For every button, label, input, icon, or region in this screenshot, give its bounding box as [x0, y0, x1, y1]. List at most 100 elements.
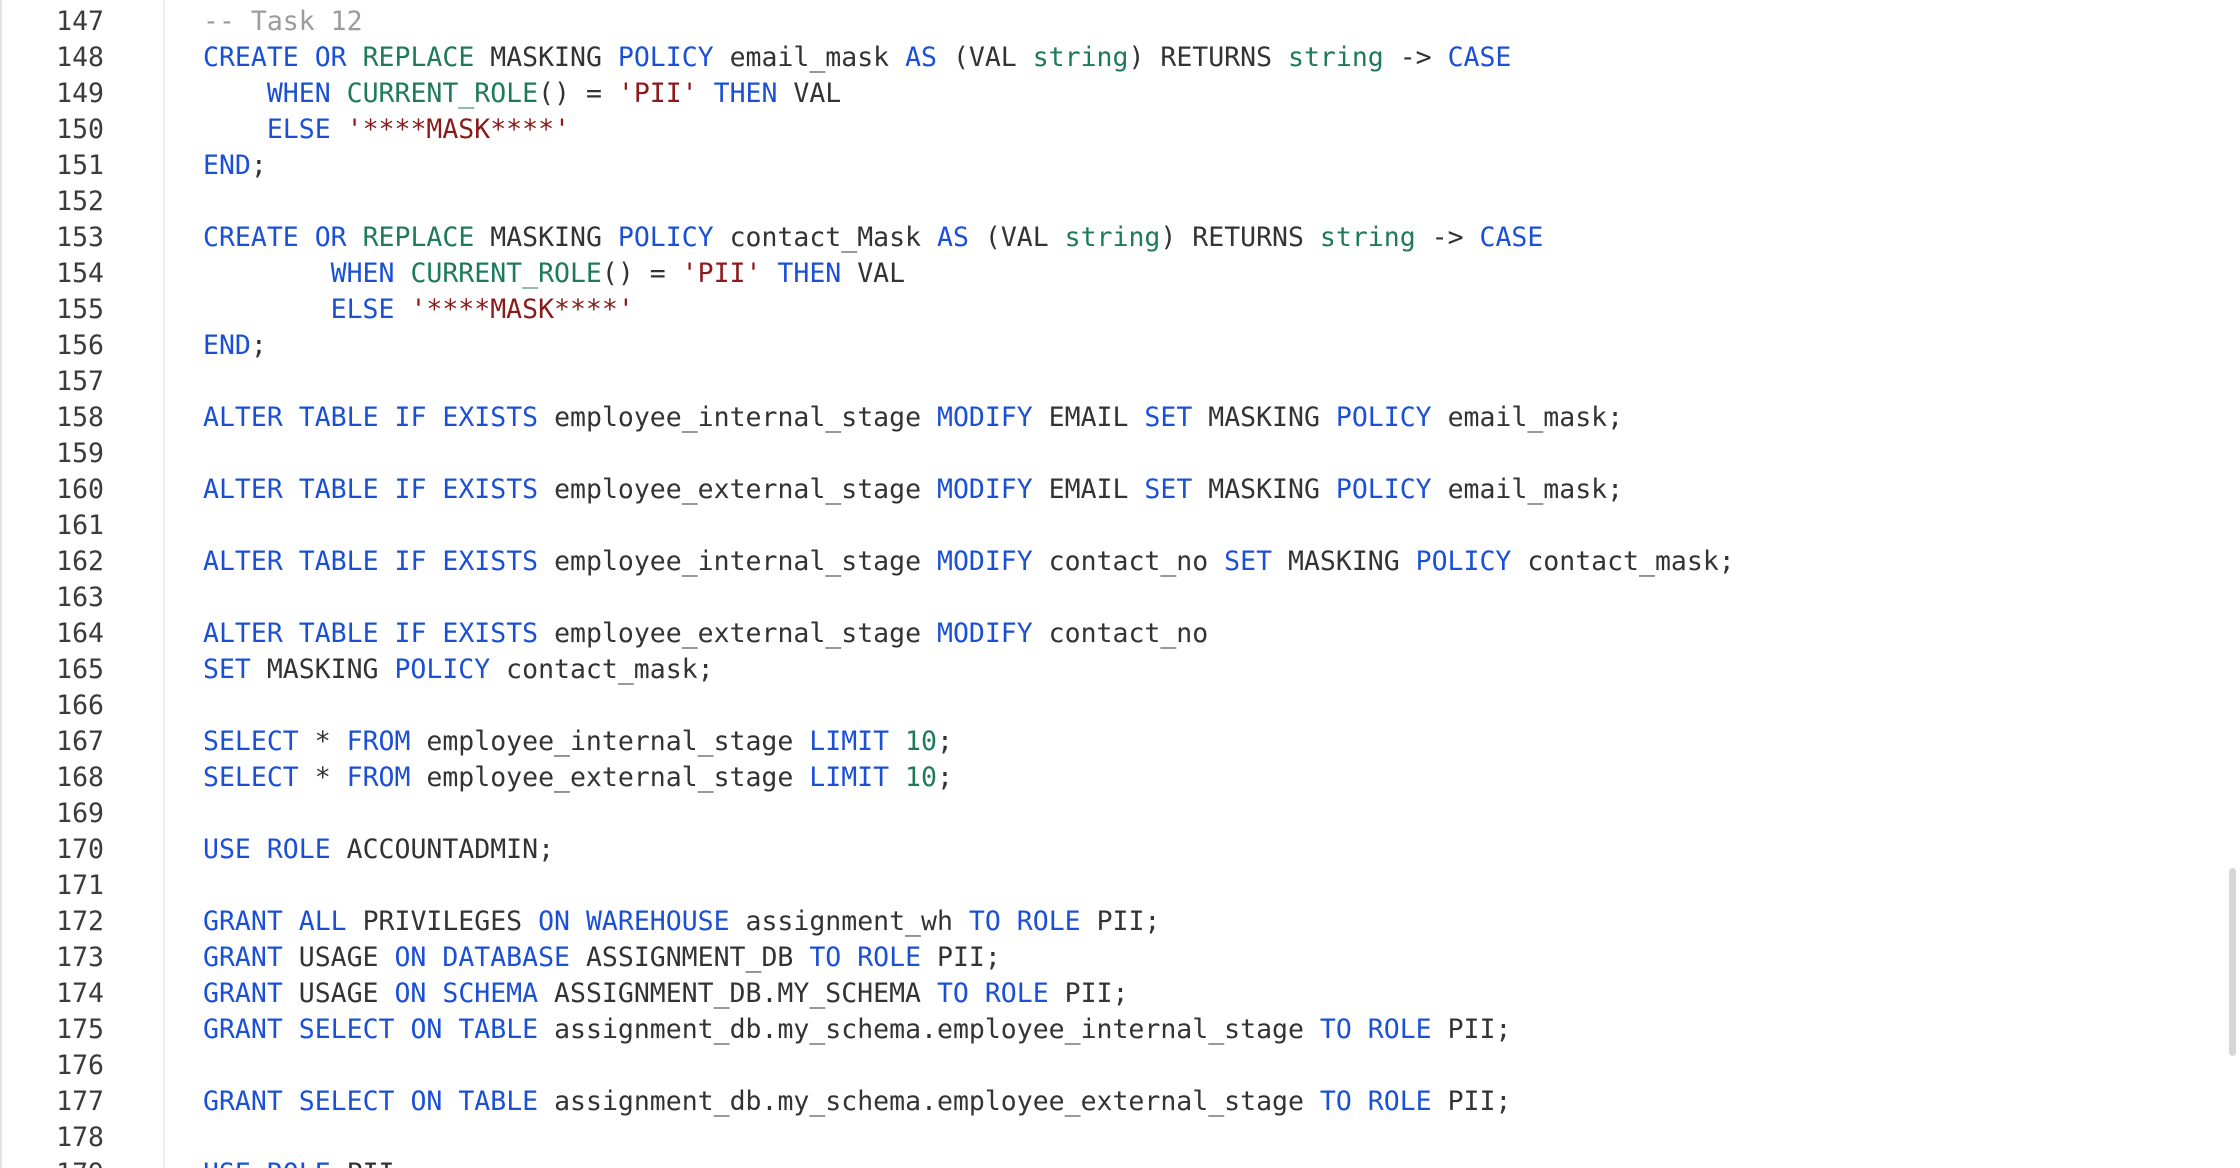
code-line[interactable]: 173 GRANT USAGE ON DATABASE ASSIGNMENT_DB…: [0, 940, 2240, 976]
code-line[interactable]: 161: [0, 508, 2240, 544]
code-line[interactable]: 176: [0, 1048, 2240, 1084]
line-code[interactable]: USE ROLE ACCOUNTADMIN;: [203, 832, 554, 868]
code-text: VAL: [777, 78, 842, 109]
line-code[interactable]: SELECT * FROM employee_external_stage LI…: [203, 760, 953, 796]
code-text: USAGE: [282, 942, 395, 973]
code-line[interactable]: 150 ELSE '****MASK****': [0, 112, 2240, 148]
line-code[interactable]: GRANT USAGE ON SCHEMA ASSIGNMENT_DB.MY_S…: [203, 976, 1128, 1012]
vertical-scrollbar[interactable]: [2222, 0, 2240, 1168]
keyword: OR: [314, 42, 347, 73]
code-lines[interactable]: 147 -- Task 12 148 CREATE OR REPLACE MASKIN…: [0, 4, 2240, 1168]
keyword: ROLE: [1367, 1014, 1432, 1045]
line-code[interactable]: ALTER TABLE IF EXISTS employee_internal_…: [203, 544, 1735, 580]
line-number: 170: [56, 834, 104, 865]
code-line[interactable]: 174 GRANT USAGE ON SCHEMA ASSIGNMENT_DB.M…: [0, 976, 2240, 1012]
function-token: string: [1288, 42, 1384, 73]
keyword: IF: [394, 474, 427, 505]
code-line[interactable]: 151 END;: [0, 148, 2240, 184]
line-code[interactable]: ELSE '****MASK****': [203, 292, 634, 328]
code-line[interactable]: 169: [0, 796, 2240, 832]
line-number: 179: [0, 1156, 104, 1168]
code-text: VAL: [841, 258, 906, 289]
code-text: PII;: [1431, 1086, 1512, 1117]
line-code[interactable]: CREATE OR REPLACE MASKING POLICY contact…: [203, 220, 1543, 256]
code-line[interactable]: 160 ALTER TABLE IF EXISTS employee_extern…: [0, 472, 2240, 508]
keyword: GRANT: [203, 1086, 283, 1117]
keyword: SCHEMA: [442, 978, 539, 1009]
line-code[interactable]: ELSE '****MASK****': [203, 112, 570, 148]
code-line[interactable]: 179 USE ROLE PII: [0, 1156, 2240, 1168]
line-code[interactable]: CREATE OR REPLACE MASKING POLICY email_m…: [203, 40, 1511, 76]
line-code[interactable]: SET MASKING POLICY contact_mask;: [203, 652, 714, 688]
keyword: EXISTS: [442, 546, 539, 577]
code-line[interactable]: 159: [0, 436, 2240, 472]
code-text: contact_Mask: [713, 222, 937, 253]
code-line[interactable]: 155 ELSE '****MASK****': [0, 292, 2240, 328]
line-code[interactable]: USE ROLE PII: [203, 1156, 395, 1168]
line-code[interactable]: END;: [203, 328, 267, 364]
line-code[interactable]: GRANT USAGE ON DATABASE ASSIGNMENT_DB TO…: [203, 940, 1001, 976]
keyword: TABLE: [298, 474, 379, 505]
code-line[interactable]: 156 END;: [0, 328, 2240, 364]
line-code[interactable]: -- Task 12: [203, 4, 363, 40]
code-line[interactable]: 152: [0, 184, 2240, 220]
keyword: ROLE: [984, 978, 1049, 1009]
line-code[interactable]: WHEN CURRENT_ROLE() = 'PII' THEN VAL: [203, 76, 841, 112]
keyword: END: [203, 330, 251, 361]
code-text: ) RETURNS: [1128, 42, 1288, 73]
line-code[interactable]: WHEN CURRENT_ROLE() = 'PII' THEN VAL: [203, 256, 905, 292]
code-line[interactable]: 177 GRANT SELECT ON TABLE assignment_db.m…: [0, 1084, 2240, 1120]
line-code[interactable]: ALTER TABLE IF EXISTS employee_internal_…: [203, 400, 1623, 436]
code-line[interactable]: 163: [0, 580, 2240, 616]
code-line[interactable]: 168 SELECT * FROM employee_external_stage…: [0, 760, 2240, 796]
line-code[interactable]: GRANT SELECT ON TABLE assignment_db.my_s…: [203, 1012, 1511, 1048]
code-line[interactable]: 148 CREATE OR REPLACE MASKING POLICY emai…: [0, 40, 2240, 76]
code-text: PII;: [1080, 906, 1161, 937]
code-line[interactable]: 153 CREATE OR REPLACE MASKING POLICY cont…: [0, 220, 2240, 256]
code-line[interactable]: 149 WHEN CURRENT_ROLE() = 'PII' THEN VAL: [0, 76, 2240, 112]
code-line[interactable]: 167 SELECT * FROM employee_internal_stage…: [0, 724, 2240, 760]
line-code[interactable]: SELECT * FROM employee_internal_stage LI…: [203, 724, 953, 760]
keyword: MODIFY: [936, 618, 1033, 649]
line-number: 154: [56, 258, 104, 289]
scrollbar-thumb[interactable]: [2229, 868, 2236, 1056]
code-text: employee_internal_stage: [538, 546, 937, 577]
code-editor[interactable]: 147 -- Task 12 148 CREATE OR REPLACE MASKIN…: [0, 0, 2240, 1168]
keyword: IF: [394, 546, 427, 577]
keyword: FROM: [346, 762, 411, 793]
code-line[interactable]: 147 -- Task 12: [0, 4, 2240, 40]
code-line[interactable]: 170 USE ROLE ACCOUNTADMIN;: [0, 832, 2240, 868]
keyword: ROLE: [1016, 906, 1081, 937]
line-code[interactable]: END;: [203, 148, 267, 184]
code-line[interactable]: 171: [0, 868, 2240, 904]
code-text: email_mask: [713, 42, 906, 73]
code-line[interactable]: 157: [0, 364, 2240, 400]
line-number: 159: [56, 438, 104, 469]
line-code[interactable]: GRANT ALL PRIVILEGES ON WAREHOUSE assign…: [203, 904, 1160, 940]
line-code[interactable]: ALTER TABLE IF EXISTS employee_external_…: [203, 616, 1208, 652]
code-text: employee_external_stage: [538, 474, 937, 505]
code-line[interactable]: 158 ALTER TABLE IF EXISTS employee_intern…: [0, 400, 2240, 436]
code-line[interactable]: 175 GRANT SELECT ON TABLE assignment_db.m…: [0, 1012, 2240, 1048]
line-number: 155: [56, 294, 104, 325]
code-line[interactable]: 165 SET MASKING POLICY contact_mask;: [0, 652, 2240, 688]
code-text: () =: [538, 78, 618, 109]
code-line[interactable]: 154 WHEN CURRENT_ROLE() = 'PII' THEN VAL: [0, 256, 2240, 292]
code-line[interactable]: 172 GRANT ALL PRIVILEGES ON WAREHOUSE ass…: [0, 904, 2240, 940]
code-line[interactable]: 166: [0, 688, 2240, 724]
line-code[interactable]: ALTER TABLE IF EXISTS employee_external_…: [203, 472, 1623, 508]
code-line[interactable]: 162 ALTER TABLE IF EXISTS employee_intern…: [0, 544, 2240, 580]
code-line[interactable]: 178: [0, 1120, 2240, 1156]
code-line[interactable]: 164 ALTER TABLE IF EXISTS employee_extern…: [0, 616, 2240, 652]
line-code[interactable]: GRANT SELECT ON TABLE assignment_db.my_s…: [203, 1084, 1511, 1120]
